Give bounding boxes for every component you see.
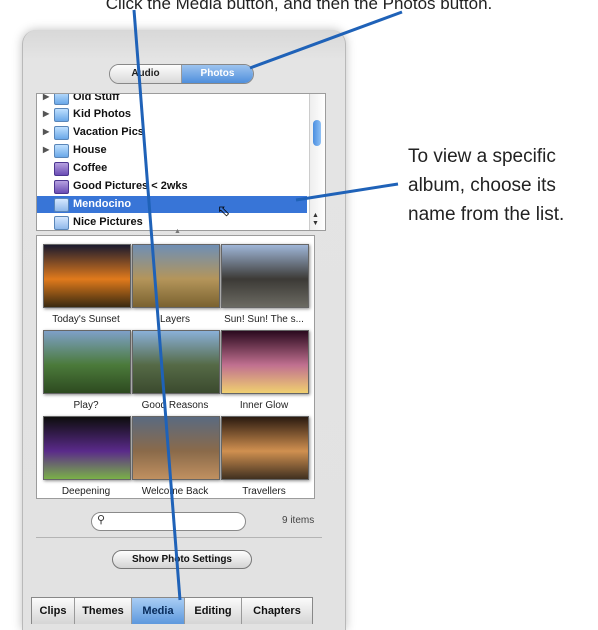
media-callout-line bbox=[132, 9, 182, 601]
photos-callout-line bbox=[249, 10, 403, 70]
callout-lines bbox=[132, 9, 403, 601]
album-callout-line bbox=[295, 182, 399, 202]
